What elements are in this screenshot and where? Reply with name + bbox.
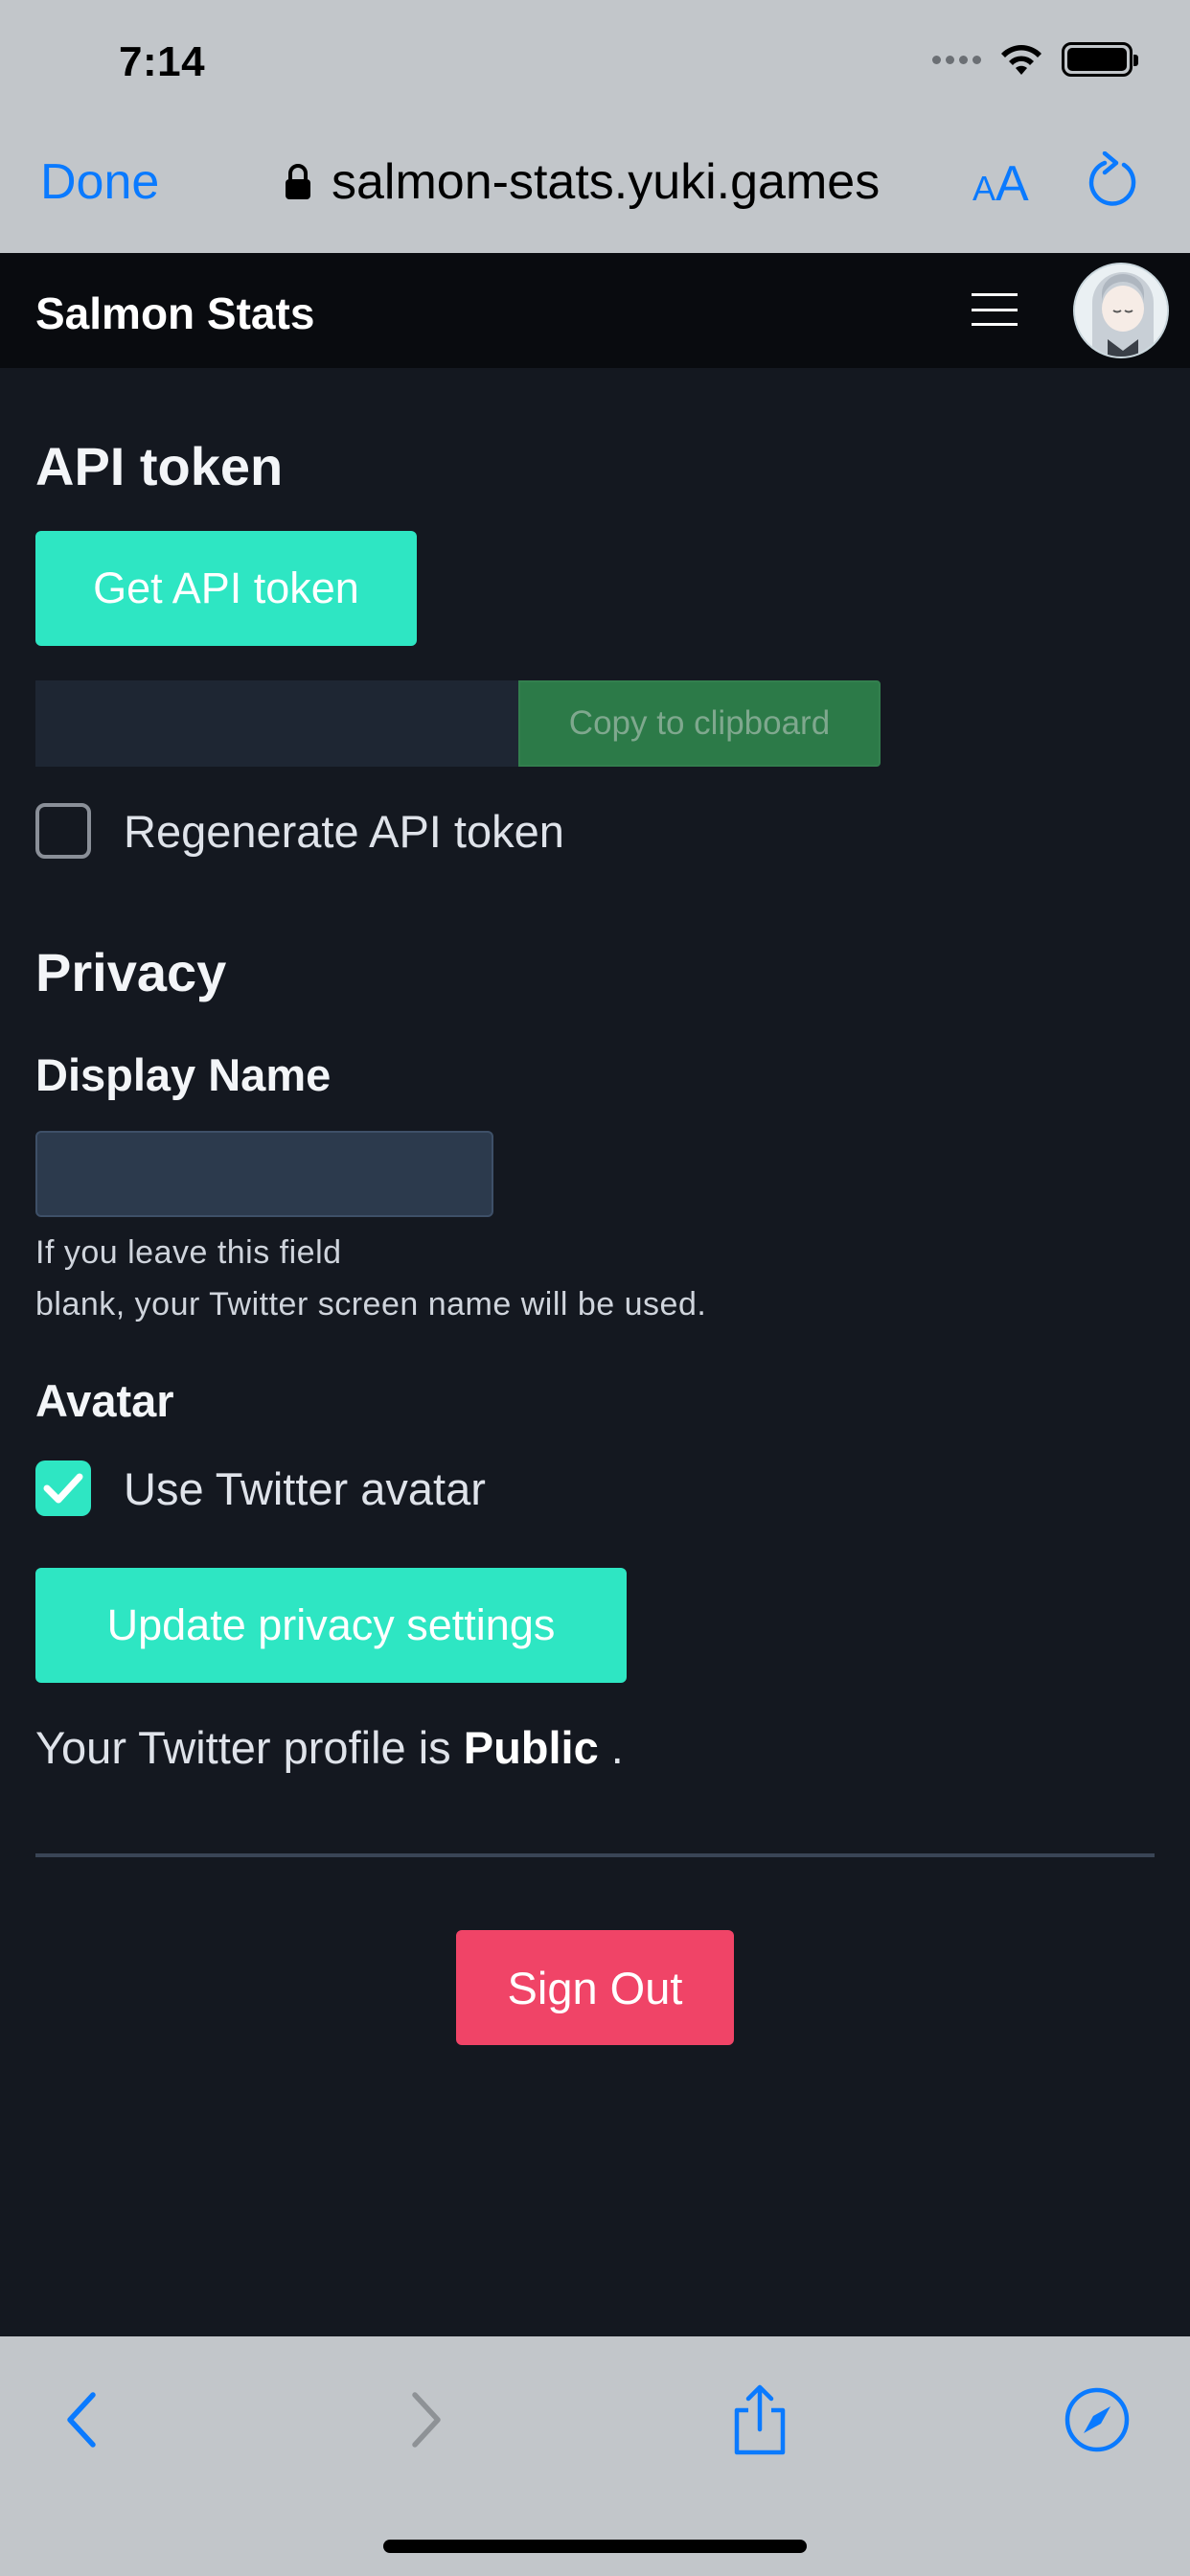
safari-top-bar: 7:14 Done salmon-stats.yuki.games AA [0, 0, 1190, 253]
address-bar[interactable]: salmon-stats.yuki.games [284, 153, 880, 211]
forward-button[interactable] [383, 2377, 469, 2463]
back-icon [67, 2392, 96, 2448]
display-name-input[interactable] [35, 1131, 493, 1217]
sign-out-button[interactable]: Sign Out [456, 1930, 734, 2045]
display-name-help-line1: If you leave this field [35, 1234, 342, 1271]
wifi-icon [1001, 45, 1041, 75]
use-twitter-avatar-checkbox[interactable] [35, 1460, 91, 1516]
copy-to-clipboard-button[interactable]: Copy to clipboard [518, 680, 881, 767]
site-navbar: Salmon Stats [0, 253, 1190, 368]
home-indicator [383, 2540, 807, 2553]
avatar-label: Avatar [35, 1375, 174, 1426]
checkmark-icon [43, 1473, 83, 1504]
reload-icon [1088, 150, 1136, 206]
api-token-heading: API token [35, 436, 284, 496]
user-avatar[interactable] [1073, 263, 1169, 358]
use-twitter-avatar-label[interactable]: Use Twitter avatar [124, 1462, 486, 1515]
section-divider [35, 1853, 1155, 1857]
privacy-heading: Privacy [35, 942, 227, 1002]
display-name-help-line2: blank, your Twitter screen name will be … [35, 1286, 707, 1322]
twitter-profile-status-text: Your Twitter profile is Public . [35, 1722, 624, 1773]
battery-icon [1062, 42, 1138, 77]
bookmarks-button[interactable] [1054, 2377, 1140, 2463]
regenerate-token-checkbox[interactable] [35, 803, 91, 859]
display-name-label: Display Name [35, 1049, 332, 1100]
lock-icon [286, 164, 310, 199]
api-token-field[interactable] [35, 680, 520, 767]
forward-icon [412, 2392, 441, 2448]
status-icons [932, 42, 1138, 77]
get-api-token-button[interactable]: Get API token [35, 531, 417, 646]
status-time: 7:14 [119, 38, 206, 85]
done-button[interactable]: Done [40, 153, 159, 211]
reload-button[interactable] [1086, 150, 1139, 212]
share-icon [734, 2384, 786, 2455]
text-size-button[interactable]: AA [973, 155, 1029, 213]
update-privacy-settings-button[interactable]: Update privacy settings [35, 1568, 627, 1683]
hamburger-icon[interactable] [970, 288, 1019, 332]
regenerate-token-label[interactable]: Regenerate API token [124, 805, 564, 858]
cellular-signal-icon [932, 55, 981, 64]
share-button[interactable] [717, 2377, 803, 2463]
safari-bottom-toolbar [0, 2336, 1190, 2576]
profile-status-value: Public [463, 1722, 599, 1773]
compass-icon [1064, 2387, 1130, 2452]
brand-logo-text[interactable]: Salmon Stats [35, 288, 314, 339]
back-button[interactable] [38, 2377, 125, 2463]
url-text: salmon-stats.yuki.games [332, 154, 881, 210]
